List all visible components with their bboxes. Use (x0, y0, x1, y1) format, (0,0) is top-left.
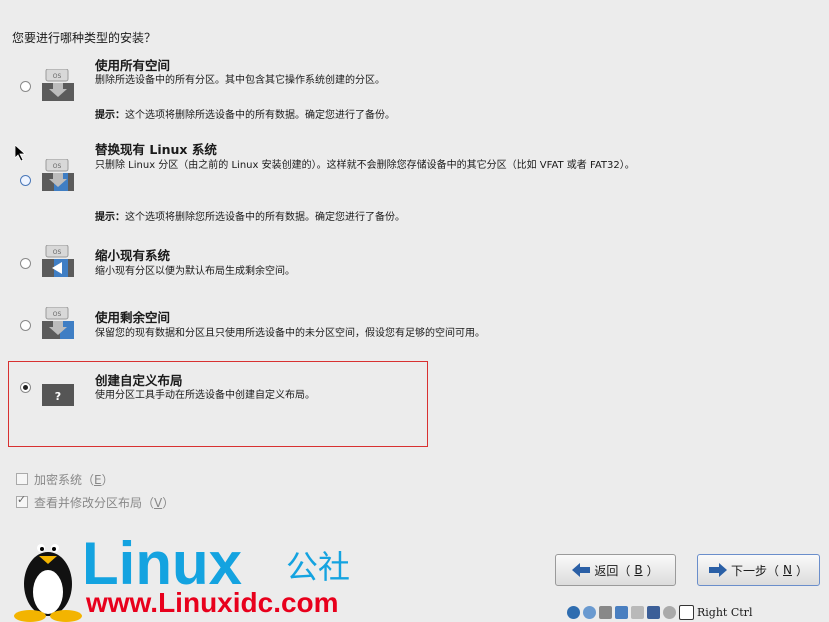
vm-status-tray: Right Ctrl (567, 604, 752, 620)
option-description: 使用分区工具手动在所选设备中创建自定义布局。 (95, 390, 315, 401)
option-title: 使用剩余空间 (95, 310, 171, 325)
option-replace-linux[interactable]: OS 替换现有 Linux 系统 只删除 Linux 分区（由之前的 Linux… (20, 139, 740, 229)
mnemonic-key: N (783, 563, 792, 577)
label-end: ） (101, 473, 114, 487)
option-use-free-space[interactable]: OS 使用剩余空间 保留您的现有数据和分区且只使用所选设备中的未分区空间，假设您… (20, 307, 740, 347)
radio-custom-layout[interactable] (20, 382, 31, 393)
option-description: 删除所选设备中的所有分区。其中包含其它操作系统创建的分区。 (95, 75, 385, 86)
radio-replace-linux[interactable] (20, 175, 31, 186)
tip-label: 提示： (95, 110, 125, 121)
mnemonic-key: E (94, 473, 102, 487)
svg-text:OS: OS (53, 163, 62, 170)
svg-text:?: ? (55, 390, 61, 403)
arrow-left-icon (572, 563, 591, 577)
vrde-icon[interactable] (647, 605, 660, 619)
label-end: ） (162, 496, 175, 510)
svg-text:OS: OS (53, 311, 62, 318)
checkbox-encrypt-system[interactable]: 加密系统（E） (16, 471, 114, 488)
back-button[interactable]: 返回（ B） (555, 554, 676, 586)
usb-icon[interactable] (599, 605, 612, 619)
hard-disk-icon[interactable] (567, 605, 580, 619)
option-description: 缩小现有分区以便为默认布局生成剩余空间。 (95, 266, 295, 277)
network-icon[interactable] (615, 605, 628, 619)
install-type-question: 您要进行哪种类型的安装？ (12, 31, 157, 45)
option-title: 替换现有 Linux 系统 (95, 142, 217, 157)
linuxidc-logo: Linux 公社 www.Linuxidc.com (14, 530, 350, 622)
disk-icon: OS (42, 307, 74, 339)
host-key-label: Right Ctrl (697, 605, 753, 619)
option-title: 缩小现有系统 (95, 248, 171, 263)
tip-text: 这个选项将删除所选设备中的所有数据。确定您进行了备份。 (125, 110, 395, 121)
shared-folder-icon[interactable] (631, 605, 644, 619)
checkbox-box[interactable] (16, 473, 28, 485)
checkbox-box[interactable] (16, 493, 28, 508)
option-description: 只删除 Linux 分区（由之前的 Linux 安装创建的）。这样就不会删除您存… (95, 160, 635, 171)
svg-text:OS: OS (53, 73, 62, 80)
option-use-all-space[interactable]: OS 使用所有空间 删除所选设备中的所有分区。其中包含其它操作系统创建的分区。 … (20, 55, 740, 125)
mnemonic-key: V (154, 496, 163, 510)
arrow-right-icon (708, 563, 727, 577)
option-description: 保留您的现有数据和分区且只使用所选设备中的未分区空间，假设您有足够的空间可用。 (95, 328, 485, 339)
label-end: ） (646, 563, 659, 578)
host-key-arrow-icon (679, 604, 694, 620)
tip-label: 提示： (95, 212, 125, 223)
checkbox-label: 查看并修改分区布局（ (34, 496, 155, 510)
disk-icon: OS (42, 159, 74, 191)
tip-text: 这个选项将删除您所选设备中的所有数据。确定您进行了备份。 (125, 212, 405, 223)
mouse-cursor-icon (15, 145, 27, 161)
back-label: 返回（ (594, 563, 631, 578)
checkbox-label: 加密系统（ (34, 473, 95, 487)
custom-disk-icon: ? (42, 384, 74, 406)
capture-icon[interactable] (663, 605, 676, 619)
optical-drive-icon[interactable] (583, 605, 596, 619)
radio-shrink-system[interactable] (20, 258, 31, 269)
option-custom-layout[interactable]: ? 创建自定义布局 使用分区工具手动在所选设备中创建自定义布局。 (20, 370, 740, 410)
radio-use-free-space[interactable] (20, 320, 31, 331)
next-button[interactable]: 下一步（ N） (697, 554, 820, 586)
next-label: 下一步（ (730, 563, 779, 578)
disk-icon: OS (42, 245, 74, 277)
svg-text:www.Linuxidc.com: www.Linuxidc.com (85, 587, 339, 618)
checkbox-review-layout[interactable]: 查看并修改分区布局（V） (16, 493, 175, 511)
option-shrink-system[interactable]: OS 缩小现有系统 缩小现有分区以便为默认布局生成剩余空间。 (20, 245, 740, 285)
option-tip: 提示：这个选项将删除您所选设备中的所有数据。确定您进行了备份。 (95, 208, 405, 223)
svg-text:OS: OS (53, 249, 62, 256)
label-end: ） (795, 563, 808, 578)
radio-use-all-space[interactable] (20, 81, 31, 92)
mnemonic-key: B (634, 563, 643, 577)
svg-text:公社: 公社 (286, 548, 350, 586)
disk-icon: OS (42, 69, 74, 101)
option-tip: 提示：这个选项将删除所选设备中的所有数据。确定您进行了备份。 (95, 106, 395, 121)
